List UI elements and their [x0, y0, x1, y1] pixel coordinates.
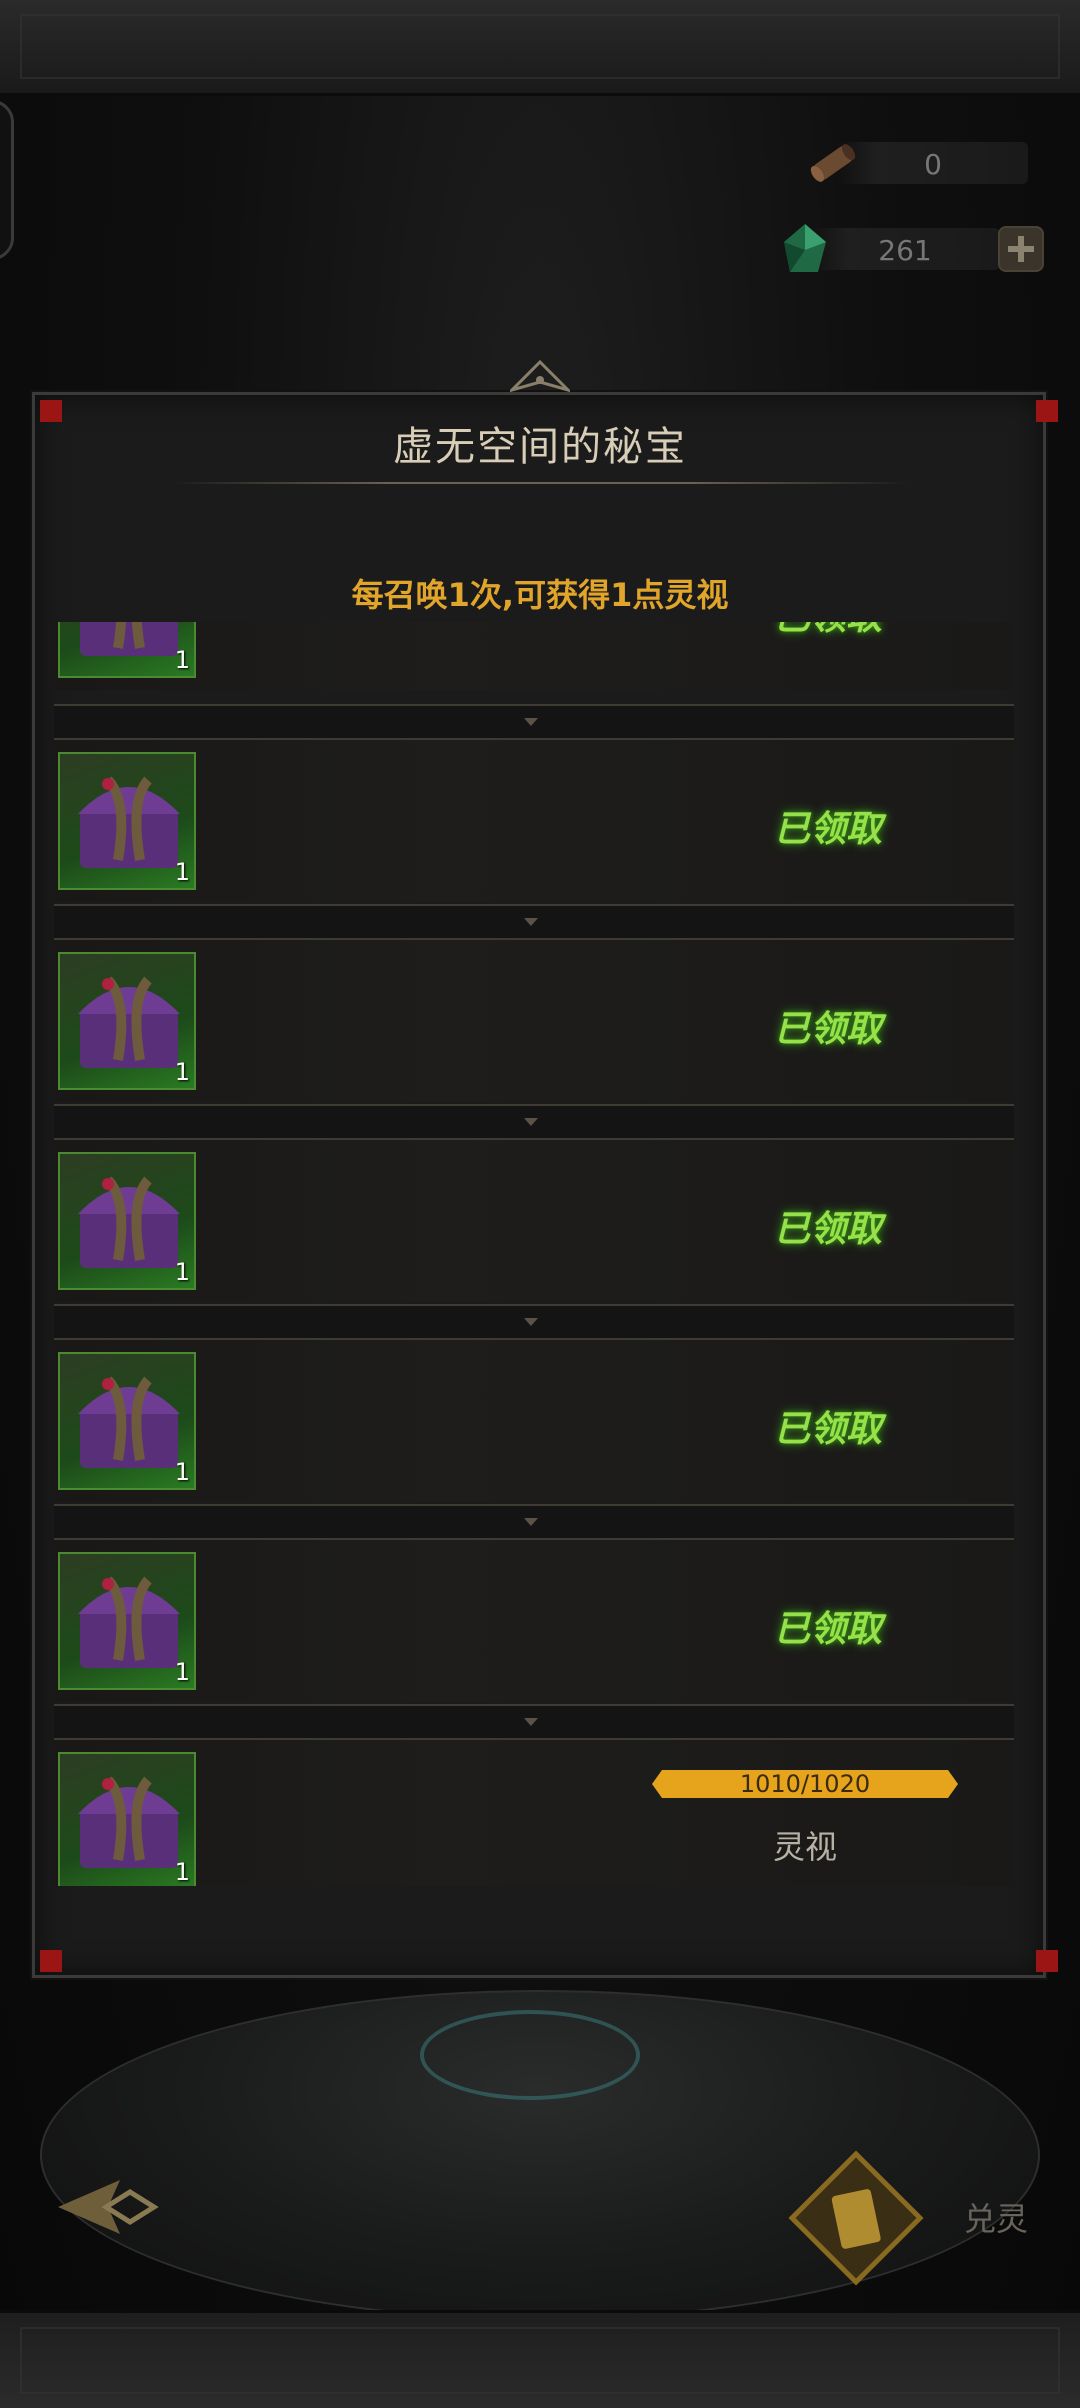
- item-count: 1: [174, 646, 190, 674]
- progress-label: 灵视: [772, 1828, 837, 1866]
- exchange-card-icon[interactable]: [786, 2148, 926, 2288]
- reward-row: 1 已领取: [54, 1140, 1014, 1302]
- reward-list[interactable]: 1 已领取 1 已领取: [54, 622, 1014, 1886]
- row-divider: [54, 1504, 1014, 1540]
- claimed-status: 已领取: [773, 1209, 882, 1250]
- item-count: 1: [174, 1258, 190, 1286]
- altar-glow-ring: [420, 2010, 640, 2100]
- reward-row: 1 已领取: [54, 1540, 1014, 1702]
- corner-ornament: [1036, 1950, 1058, 1972]
- item-count: 1: [174, 1858, 190, 1886]
- row-divider: [54, 1304, 1014, 1340]
- item-count: 1: [174, 1658, 190, 1686]
- title-divider: [170, 482, 910, 484]
- row-divider: [54, 704, 1014, 740]
- claimed-status: 已领取: [773, 809, 882, 850]
- reward-item-slot[interactable]: 1: [58, 622, 196, 678]
- purple-chest-icon: [78, 1776, 180, 1868]
- item-count: 1: [174, 1458, 190, 1486]
- panel-title: 虚无空间的秘宝: [393, 424, 687, 470]
- item-count: 1: [174, 1058, 190, 1086]
- reward-item-slot[interactable]: 1: [58, 752, 196, 890]
- title-ornament-icon: [510, 360, 570, 393]
- purple-chest-icon: [78, 976, 180, 1068]
- back-arrow-icon[interactable]: [50, 2172, 160, 2242]
- purple-chest-icon: [78, 1576, 180, 1668]
- bottom-ornate-bar: [0, 2310, 1080, 2408]
- reward-row: 1 已领取: [54, 1340, 1014, 1502]
- purple-chest-icon: [78, 776, 180, 868]
- add-gem-button[interactable]: [998, 226, 1044, 272]
- reward-row: 1 已领取: [54, 622, 1014, 690]
- row-divider: [54, 1104, 1014, 1140]
- purple-chest-icon: [78, 1176, 180, 1268]
- gem-currency: 261: [784, 224, 1000, 272]
- top-ornate-bar: [0, 0, 1080, 96]
- row-divider: [54, 904, 1014, 940]
- purple-chest-icon: [80, 622, 178, 656]
- claimed-status: 已领取: [773, 1409, 882, 1450]
- vision-progress-bar: 1010/1020: [652, 1770, 958, 1798]
- claimed-status: 已领取: [773, 1609, 882, 1650]
- corner-ornament: [40, 1950, 62, 1972]
- scroll-count: 0: [924, 148, 942, 181]
- reward-item-slot[interactable]: 1: [58, 1352, 196, 1490]
- gem-count: 261: [878, 234, 932, 267]
- exchange-label[interactable]: 兑灵: [964, 2194, 1028, 2240]
- reward-row: 1 已领取: [54, 740, 1014, 902]
- reward-row: 1 1010/1020 灵视: [54, 1740, 1014, 1886]
- reward-row: 1 已领取: [54, 940, 1014, 1102]
- reward-item-slot[interactable]: 1: [58, 1152, 196, 1290]
- reward-item-slot[interactable]: 1: [58, 1552, 196, 1690]
- claimed-status: 已领取: [773, 1009, 882, 1050]
- purple-chest-icon: [78, 1376, 180, 1468]
- item-count: 1: [174, 858, 190, 886]
- row-divider: [54, 1704, 1014, 1740]
- scroll-currency: 0: [810, 142, 1028, 184]
- reward-item-slot[interactable]: 1: [58, 952, 196, 1090]
- reward-item-slot[interactable]: 1: [58, 1752, 196, 1886]
- panel-subtitle: 每召唤1次,可获得1点灵视: [351, 576, 729, 614]
- claimed-status: 已领取: [774, 622, 882, 640]
- game-screen: 0 261 虚无空间的秘宝 每召唤1次,可获得1点灵视 1 1 已领取 1 已领…: [0, 0, 1080, 2408]
- side-tab[interactable]: [0, 100, 14, 260]
